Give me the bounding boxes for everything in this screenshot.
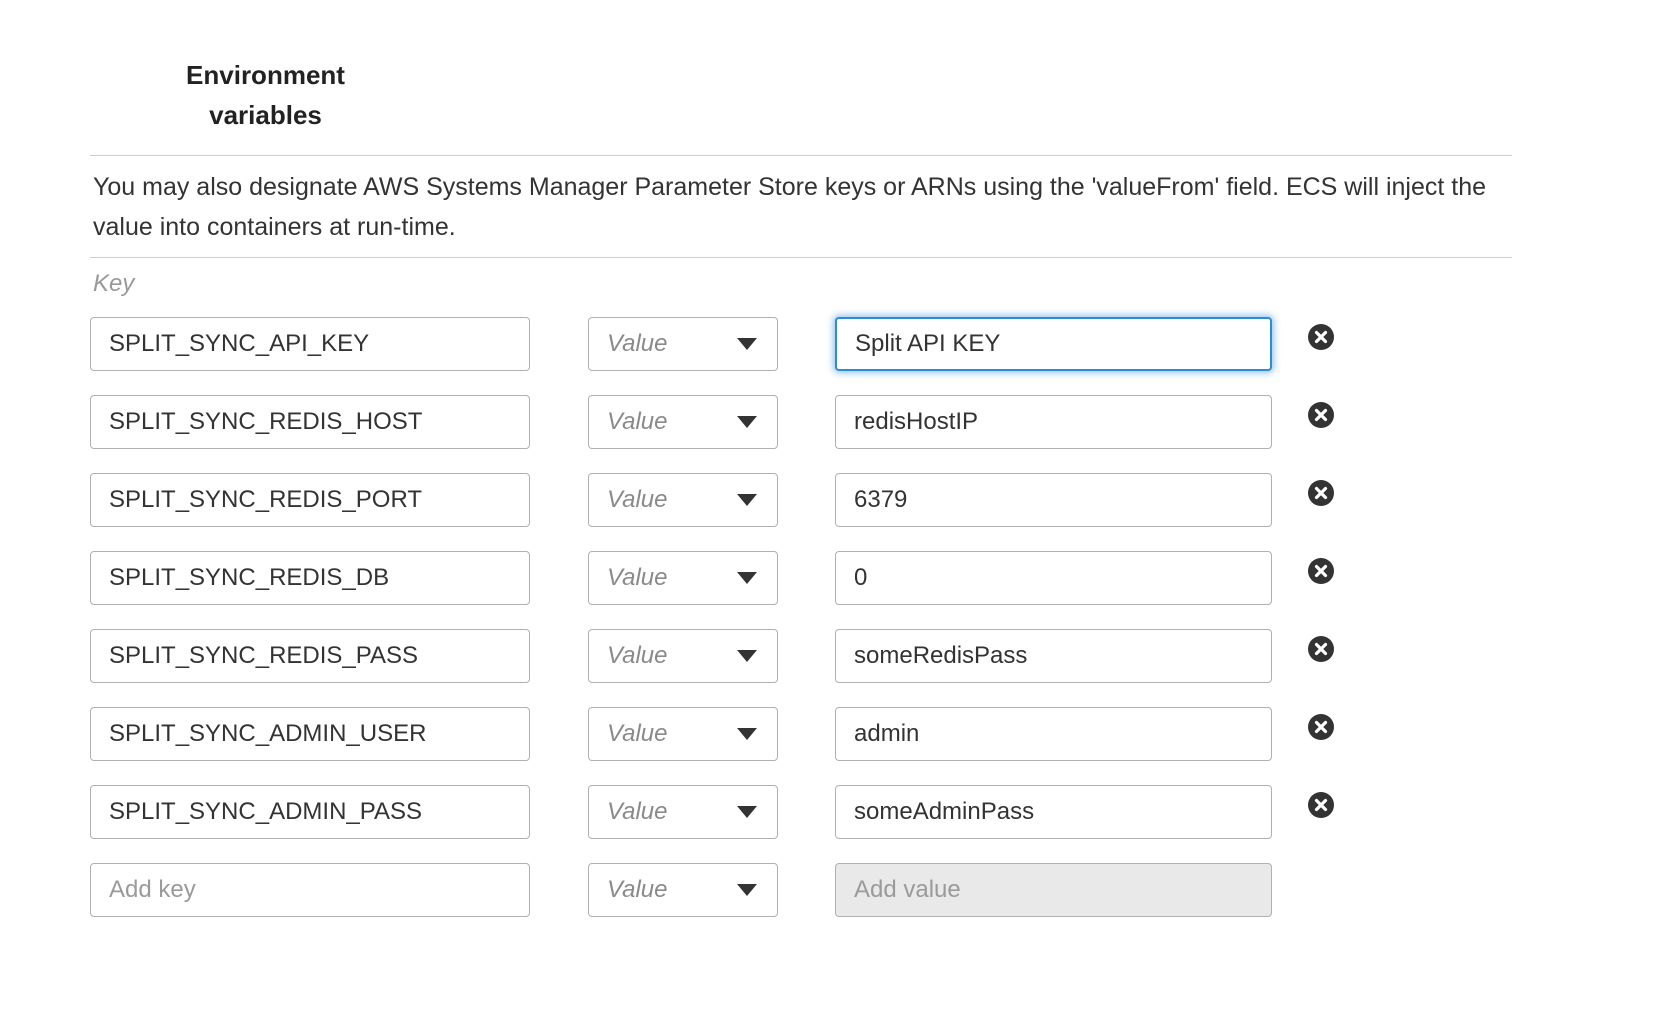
- divider: [90, 155, 1512, 156]
- remove-icon: [1307, 479, 1335, 507]
- value-input[interactable]: [835, 317, 1272, 371]
- type-select-label: Value: [607, 564, 668, 592]
- key-input[interactable]: [90, 317, 530, 371]
- add-key-input[interactable]: [90, 863, 530, 917]
- key-input[interactable]: [90, 473, 530, 527]
- remove-row-button[interactable]: [1307, 713, 1335, 741]
- type-select-label: Value: [607, 876, 668, 904]
- env-var-row: Value: [90, 473, 1335, 527]
- remove-row-button[interactable]: [1307, 635, 1335, 663]
- env-var-row: Value: [90, 317, 1335, 371]
- remove-row-button[interactable]: [1307, 323, 1335, 351]
- remove-icon: [1307, 713, 1335, 741]
- type-select[interactable]: Value: [588, 629, 778, 683]
- type-select[interactable]: Value: [588, 863, 778, 917]
- key-input[interactable]: [90, 551, 530, 605]
- type-select[interactable]: Value: [588, 395, 778, 449]
- value-input[interactable]: [835, 551, 1272, 605]
- type-select-label: Value: [607, 330, 668, 358]
- remove-row-button[interactable]: [1307, 557, 1335, 585]
- type-select[interactable]: Value: [588, 473, 778, 527]
- remove-icon: [1307, 791, 1335, 819]
- key-input[interactable]: [90, 785, 530, 839]
- type-select-label: Value: [607, 642, 668, 670]
- env-var-row: Value: [90, 551, 1335, 605]
- value-input[interactable]: [835, 785, 1272, 839]
- add-env-var-row: Value: [90, 863, 1335, 917]
- value-input[interactable]: [835, 707, 1272, 761]
- value-input[interactable]: [835, 473, 1272, 527]
- chevron-down-icon: [737, 494, 757, 506]
- value-input[interactable]: [835, 395, 1272, 449]
- remove-icon: [1307, 557, 1335, 585]
- chevron-down-icon: [737, 416, 757, 428]
- remove-icon: [1307, 635, 1335, 663]
- type-select[interactable]: Value: [588, 317, 778, 371]
- remove-row-button[interactable]: [1307, 791, 1335, 819]
- env-var-row: Value: [90, 707, 1335, 761]
- key-input[interactable]: [90, 629, 530, 683]
- key-column-header: Key: [93, 270, 134, 298]
- add-value-input[interactable]: [835, 863, 1272, 917]
- env-var-rows: Value Value: [90, 317, 1335, 941]
- chevron-down-icon: [737, 728, 757, 740]
- section-label: Environment variables: [183, 55, 348, 135]
- type-select[interactable]: Value: [588, 707, 778, 761]
- remove-icon: [1307, 323, 1335, 351]
- type-select-label: Value: [607, 720, 668, 748]
- divider: [90, 257, 1512, 258]
- type-select[interactable]: Value: [588, 551, 778, 605]
- key-input[interactable]: [90, 707, 530, 761]
- key-input[interactable]: [90, 395, 530, 449]
- chevron-down-icon: [737, 806, 757, 818]
- type-select-label: Value: [607, 486, 668, 514]
- description-text: You may also designate AWS Systems Manag…: [93, 167, 1523, 247]
- value-input[interactable]: [835, 629, 1272, 683]
- chevron-down-icon: [737, 338, 757, 350]
- chevron-down-icon: [737, 884, 757, 896]
- remove-icon: [1307, 401, 1335, 429]
- env-var-row: Value: [90, 629, 1335, 683]
- env-var-row: Value: [90, 395, 1335, 449]
- env-var-row: Value: [90, 785, 1335, 839]
- remove-row-button[interactable]: [1307, 479, 1335, 507]
- type-select-label: Value: [607, 798, 668, 826]
- chevron-down-icon: [737, 572, 757, 584]
- remove-row-button[interactable]: [1307, 401, 1335, 429]
- chevron-down-icon: [737, 650, 757, 662]
- type-select[interactable]: Value: [588, 785, 778, 839]
- type-select-label: Value: [607, 408, 668, 436]
- environment-variables-section: Environment variables You may also desig…: [0, 0, 1678, 1018]
